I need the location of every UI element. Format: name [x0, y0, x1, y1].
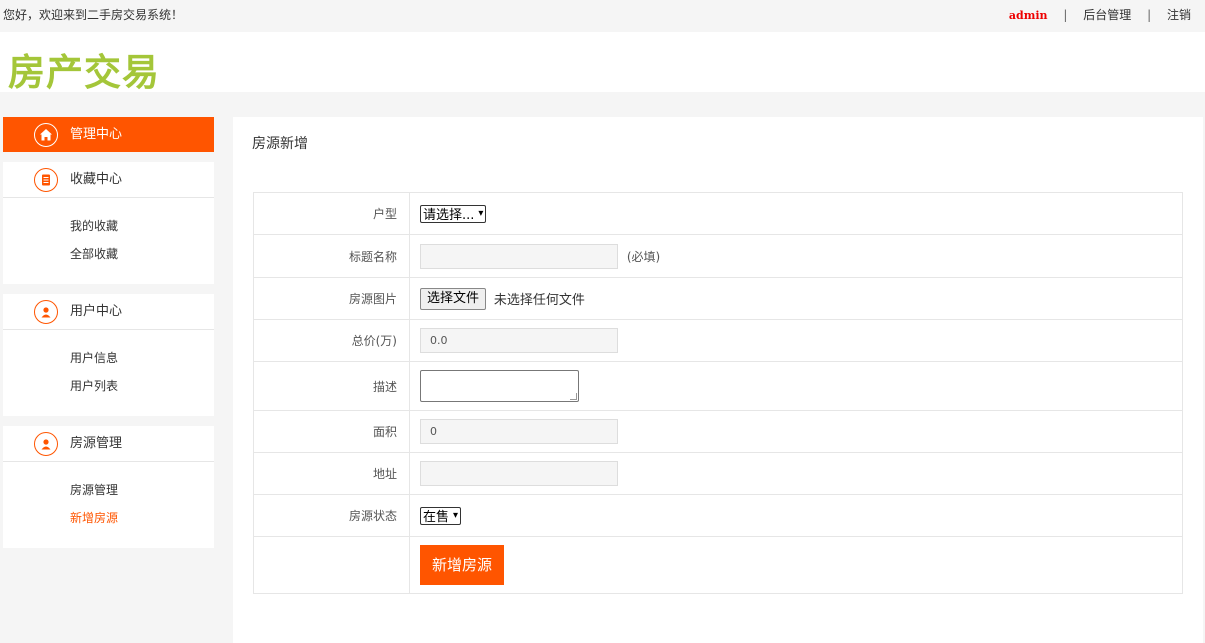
- sidebar-section-users: 用户中心 用户信息 用户列表: [3, 294, 214, 416]
- sidebar-link-house-management[interactable]: 房源管理: [3, 476, 214, 504]
- chevron-down-icon: ▾: [453, 510, 459, 521]
- sidebar-section-favorites: 收藏中心 我的收藏 全部收藏: [3, 162, 214, 284]
- sidebar-item-favorites-center[interactable]: 收藏中心: [3, 162, 214, 198]
- form-row-submit: 新增房源: [253, 536, 1183, 594]
- sidebar-item-label: 用户中心: [70, 304, 123, 319]
- field-label: 标题名称: [253, 234, 410, 278]
- admin-panel-link[interactable]: 后台管理: [1083, 8, 1131, 22]
- main-panel: 房源新增 户型 请选择... ▾ 标题名称 (必填) 房源图片 选择文件 未选择…: [233, 117, 1203, 643]
- status-select-value: 在售: [423, 510, 450, 525]
- form-row-type: 户型 请选择... ▾: [253, 192, 1183, 235]
- form-row-image: 房源图片 选择文件 未选择任何文件: [253, 277, 1183, 320]
- sidebar-item-manage-center[interactable]: 管理中心: [3, 117, 214, 152]
- separator: |: [1147, 8, 1152, 22]
- current-user: admin: [1008, 9, 1048, 22]
- sidebar-link-my-favorites[interactable]: 我的收藏: [3, 212, 214, 240]
- type-select[interactable]: 请选择... ▾: [420, 204, 487, 223]
- house-form: 户型 请选择... ▾ 标题名称 (必填) 房源图片 选择文件 未选择任何文件: [253, 192, 1183, 594]
- chevron-down-icon: ▾: [478, 208, 484, 219]
- sidebar-link-add-house[interactable]: 新增房源: [3, 504, 214, 532]
- sidebar-link-user-info[interactable]: 用户信息: [3, 344, 214, 372]
- field-label: 房源图片: [253, 277, 410, 320]
- form-row-name: 标题名称 (必填): [253, 234, 1183, 278]
- form-row-desc: 描述: [253, 361, 1183, 411]
- address-input[interactable]: [420, 461, 618, 486]
- choose-file-button[interactable]: 选择文件: [420, 287, 487, 310]
- form-row-size: 面积 0: [253, 410, 1183, 453]
- title-input[interactable]: [420, 243, 618, 269]
- top-links: admin | 后台管理 | 注销: [1009, 0, 1191, 31]
- favorites-list: 我的收藏 全部收藏: [3, 198, 214, 268]
- field-label: 地址: [253, 452, 410, 495]
- logout-link[interactable]: 注销: [1167, 8, 1191, 22]
- type-select-value: 请选择...: [423, 208, 475, 223]
- sidebar-item-user-center[interactable]: 用户中心: [3, 294, 214, 330]
- empty-cell: [253, 536, 410, 594]
- page-title: 房源新增: [252, 136, 308, 152]
- field-label: 面积: [253, 410, 410, 453]
- area-size-input[interactable]: 0: [420, 419, 618, 444]
- field-label: 户型: [253, 192, 410, 235]
- document-icon: [34, 168, 58, 192]
- form-row-status: 房源状态 在售 ▾: [253, 494, 1183, 537]
- sidebar-section-manage: 管理中心: [3, 117, 214, 152]
- required-hint: (必填): [626, 249, 661, 264]
- file-status: 未选择任何文件: [493, 293, 585, 308]
- sidebar-link-user-list[interactable]: 用户列表: [3, 372, 214, 400]
- home-icon: [34, 123, 58, 147]
- welcome-text: 您好，欢迎来到二手房交易系统！: [3, 8, 184, 22]
- sidebar-item-label: 管理中心: [70, 127, 123, 142]
- header: 房产交易: [0, 32, 1205, 94]
- user-icon: [34, 432, 58, 456]
- field-label: 描述: [253, 361, 410, 411]
- field-label: 房源状态: [253, 494, 410, 537]
- sidebar-item-label: 收藏中心: [70, 172, 123, 187]
- houses-list: 房源管理 新增房源: [3, 462, 214, 532]
- description-textarea[interactable]: [420, 370, 579, 402]
- sidebar-item-label: 房源管理: [70, 436, 123, 451]
- sidebar-link-all-favorites[interactable]: 全部收藏: [3, 240, 214, 268]
- form-row-price: 总价(万) 0.0: [253, 319, 1183, 362]
- separator: |: [1063, 8, 1068, 22]
- add-house-button[interactable]: 新增房源: [420, 545, 505, 585]
- form-row-address: 地址: [253, 452, 1183, 495]
- sidebar-item-house-management[interactable]: 房源管理: [3, 426, 214, 462]
- user-icon: [34, 300, 58, 324]
- users-list: 用户信息 用户列表: [3, 330, 214, 400]
- top-bar: 您好，欢迎来到二手房交易系统！ admin | 后台管理 | 注销: [0, 0, 1205, 32]
- field-label: 总价(万): [253, 319, 410, 362]
- price-input[interactable]: 0.0: [420, 328, 618, 353]
- status-select[interactable]: 在售 ▾: [420, 506, 462, 525]
- sidebar-section-houses: 房源管理 房源管理 新增房源: [3, 426, 214, 548]
- site-logo[interactable]: 房产交易: [8, 42, 160, 96]
